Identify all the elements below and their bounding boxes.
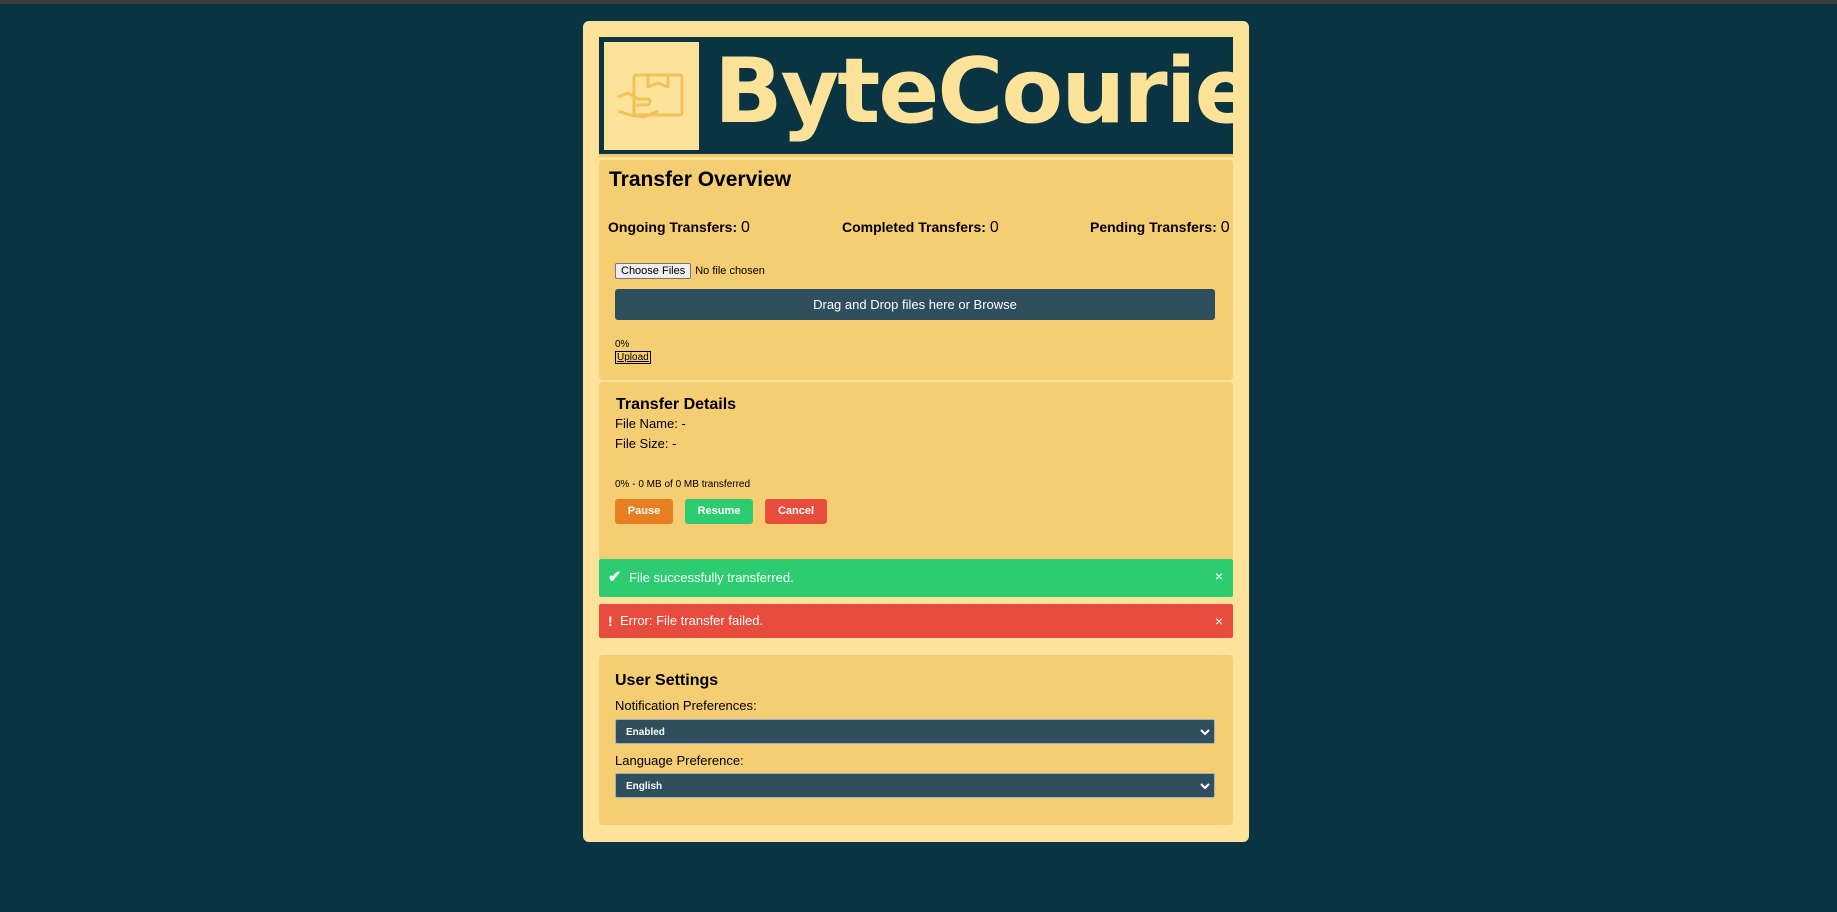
upload-progress-text: 0%: [615, 339, 630, 350]
upload-button[interactable]: Upload: [615, 351, 651, 364]
choose-files-button[interactable]: Choose Files: [615, 263, 692, 279]
transfer-overview: Transfer Overview Ongoing Transfers: 0 C…: [599, 160, 1233, 249]
error-alert: ! Error: File transfer failed. ×: [599, 604, 1233, 638]
overview-title: Transfer Overview: [609, 168, 792, 191]
chevron-down-icon: [1200, 774, 1210, 809]
no-file-chosen-text: No file chosen: [695, 265, 765, 277]
window-top-border: [0, 0, 1837, 4]
language-preference-select[interactable]: English: [615, 773, 1215, 798]
transfer-details-panel: Transfer Details File Name: - File Size:…: [599, 382, 1233, 562]
notification-preferences-select[interactable]: Enabled: [615, 719, 1215, 744]
ongoing-transfers-value: 0: [741, 219, 750, 236]
file-name-text: File Name: -: [615, 416, 686, 431]
notification-preferences-label: Notification Preferences:: [615, 698, 757, 713]
package-hand-icon: [617, 73, 684, 119]
success-message: File successfully transferred.: [629, 570, 794, 585]
drop-zone[interactable]: Drag and Drop files here or Browse: [615, 289, 1215, 320]
close-error-icon[interactable]: ×: [1215, 604, 1223, 638]
settings-title: User Settings: [615, 672, 719, 689]
language-preference-label: Language Preference:: [615, 753, 744, 768]
logo-mark: [604, 42, 699, 150]
app-card: ByteCourier Transfer Overview Ongoing Tr…: [583, 21, 1249, 842]
brand-name: ByteCourier: [714, 39, 1233, 144]
language-selected-value: English: [626, 781, 663, 792]
close-success-icon[interactable]: ×: [1215, 559, 1223, 593]
success-alert: ✔ File successfully transferred. ×: [599, 559, 1233, 597]
ongoing-transfers-label: Ongoing Transfers:: [608, 219, 738, 235]
resume-button[interactable]: Resume: [685, 499, 753, 524]
pause-button[interactable]: Pause: [615, 499, 673, 524]
chevron-down-icon: [1200, 720, 1210, 755]
pending-transfers-label: Pending Transfers:: [1090, 219, 1217, 235]
notification-selected-value: Enabled: [626, 727, 665, 738]
file-input[interactable]: Choose Files No file chosen: [615, 263, 765, 279]
exclamation-icon: !: [608, 613, 613, 629]
completed-transfers-stat: Completed Transfers: 0: [842, 219, 999, 237]
ongoing-transfers-stat: Ongoing Transfers: 0: [608, 219, 750, 237]
details-title: Transfer Details: [616, 396, 737, 413]
transfer-progress-text: 0% - 0 MB of 0 MB transferred: [615, 479, 751, 490]
user-settings-panel: User Settings Notification Preferences: …: [599, 655, 1233, 825]
pending-transfers-stat: Pending Transfers: 0: [1090, 219, 1230, 237]
upload-panel: Choose Files No file chosen Drag and Drop…: [599, 245, 1233, 380]
completed-transfers-label: Completed Transfers:: [842, 219, 986, 235]
file-size-text: File Size: -: [615, 436, 677, 451]
completed-transfers-value: 0: [989, 219, 999, 236]
cancel-button[interactable]: Cancel: [765, 499, 827, 524]
error-message: Error: File transfer failed.: [620, 613, 764, 628]
checkmark-icon: ✔: [608, 569, 622, 586]
brand-banner: ByteCourier: [599, 37, 1233, 157]
pending-transfers-value: 0: [1220, 219, 1230, 236]
